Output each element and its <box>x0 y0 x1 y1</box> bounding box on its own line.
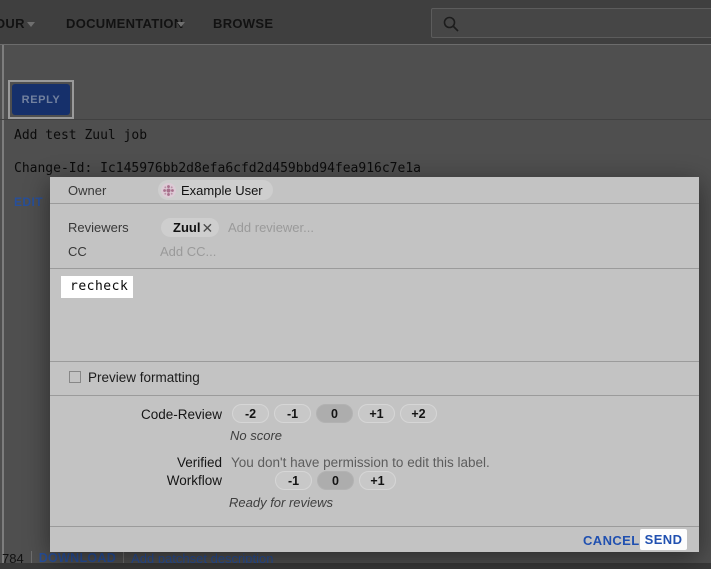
search-icon <box>442 15 460 33</box>
page-left-edge <box>2 45 4 563</box>
remove-reviewer-icon[interactable]: ✕ <box>201 221 213 235</box>
section-divider <box>0 119 711 120</box>
edit-link[interactable]: EDIT <box>14 195 43 209</box>
workflow-status: Ready for reviews <box>229 495 333 510</box>
score-button-plus1[interactable]: +1 <box>358 404 395 423</box>
commit-message-subject: Add test Zuul job <box>14 128 147 143</box>
add-cc-input[interactable]: Add CC... <box>160 244 216 259</box>
workflow-label: Workflow <box>50 473 222 488</box>
code-review-label: Code-Review <box>50 407 222 422</box>
reply-dialog: Owner Example User Reviewers <box>50 177 699 552</box>
score-button-zero-selected[interactable]: 0 <box>316 404 353 423</box>
verified-label: Verified <box>50 455 222 470</box>
workflow-button-plus1[interactable]: +1 <box>359 471 396 490</box>
cancel-button[interactable]: CANCEL <box>583 533 640 548</box>
search-input[interactable] <box>431 8 711 38</box>
bottom-edge-strip <box>0 563 711 569</box>
workflow-score-buttons: -1 0 +1 <box>275 471 396 490</box>
reviewers-label: Reviewers <box>68 220 129 235</box>
dialog-divider <box>50 203 699 204</box>
code-review-score-buttons: -2 -1 0 +1 +2 <box>232 404 437 423</box>
cc-label: CC <box>68 244 87 259</box>
send-button[interactable]: SEND <box>640 529 687 550</box>
dialog-divider <box>50 526 699 527</box>
nav-menu-your[interactable]: OUR <box>0 16 25 31</box>
verified-permission-message: You don't have permission to edit this l… <box>231 455 490 470</box>
reply-message-text: recheck <box>70 279 128 294</box>
top-navigation-bar: OUR DOCUMENTATION BROWSE <box>0 0 711 45</box>
owner-chip[interactable]: Example User <box>158 180 273 200</box>
code-review-status: No score <box>230 428 282 443</box>
score-button-minus1[interactable]: -1 <box>274 404 311 423</box>
dialog-divider <box>50 361 699 362</box>
preview-formatting-label: Preview formatting <box>88 370 200 385</box>
workflow-button-zero-selected[interactable]: 0 <box>317 471 354 490</box>
reply-message-textarea[interactable]: recheck <box>61 276 133 298</box>
owner-chip-name: Example User <box>181 183 263 198</box>
nav-menu-browse[interactable]: BROWSE <box>213 16 273 31</box>
chevron-down-icon <box>27 22 35 27</box>
score-button-minus2[interactable]: -2 <box>232 404 269 423</box>
avatar <box>161 183 176 198</box>
reply-button-focus-ring: REPLY <box>8 80 74 119</box>
nav-menu-documentation[interactable]: DOCUMENTATION <box>66 16 184 31</box>
reply-button[interactable]: REPLY <box>12 84 70 115</box>
preview-formatting-checkbox[interactable] <box>69 371 81 383</box>
chevron-down-icon <box>177 22 185 27</box>
add-reviewer-input[interactable]: Add reviewer... <box>228 220 314 235</box>
score-button-plus2[interactable]: +2 <box>400 404 437 423</box>
reviewer-chip-name: Zuul <box>173 220 200 235</box>
commit-message-change-id: Change-Id: Ic145976bb2d8efa6cfd2d459bbd9… <box>14 161 421 176</box>
workflow-button-minus1[interactable]: -1 <box>275 471 312 490</box>
gerrit-screen: OUR DOCUMENTATION BROWSE REPLY Add test … <box>0 0 711 569</box>
reviewer-chip-zuul[interactable]: Zuul ✕ <box>161 218 219 237</box>
owner-label: Owner <box>68 183 106 198</box>
dialog-divider <box>50 395 699 396</box>
dialog-divider <box>50 268 699 269</box>
